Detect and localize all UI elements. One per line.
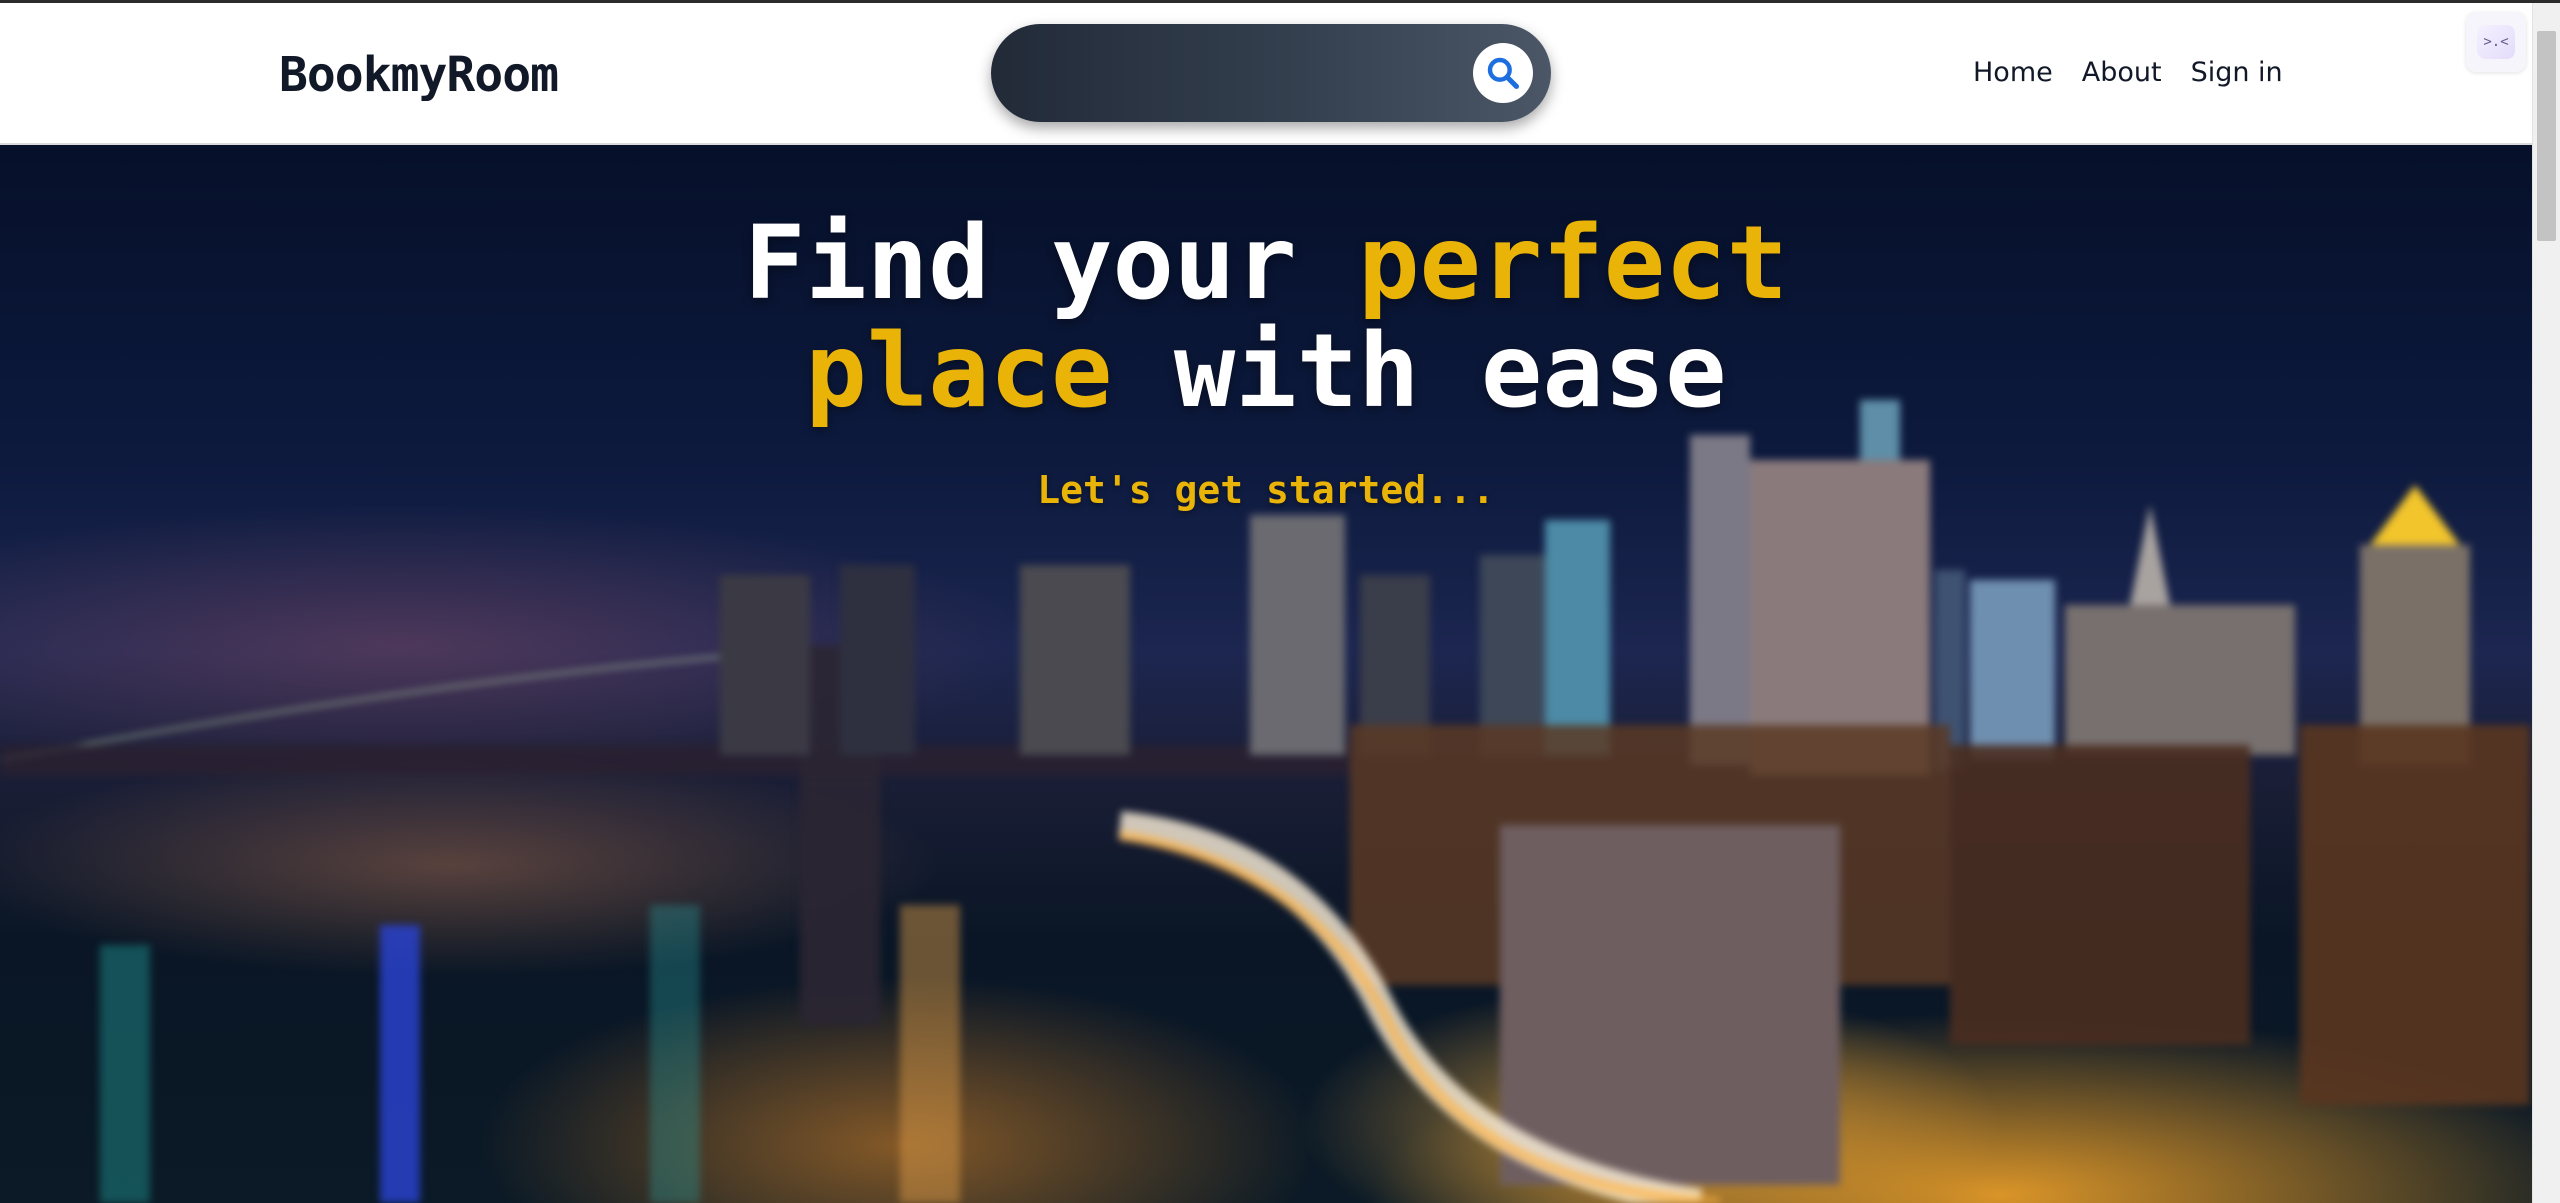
hero-title-part2: with ease — [1112, 312, 1727, 431]
nav-home-link[interactable]: Home — [1973, 57, 2053, 97]
extension-icon: >.< — [2477, 25, 2515, 59]
scrollbar[interactable] — [2532, 3, 2560, 1203]
nav-signin-link[interactable]: Sign in — [2191, 57, 2283, 97]
hero-title: Find your perfect place with ease — [566, 210, 1966, 426]
search-button[interactable] — [1473, 43, 1533, 103]
hero-title-accent1: perfect — [1358, 204, 1788, 323]
search-bar — [991, 24, 1551, 122]
extension-button[interactable]: >.< — [2466, 12, 2526, 72]
hero-title-accent2: place — [805, 312, 1113, 431]
scrollbar-thumb[interactable] — [2537, 31, 2556, 241]
nav-links: Home About Sign in — [1973, 57, 2283, 97]
site-logo[interactable]: BookmyRoom — [279, 47, 559, 103]
navbar: BookmyRoom Home About Sign in — [0, 3, 2532, 145]
hero-section: Find your perfect place with ease Let's … — [0, 145, 2532, 1203]
hero-title-part1: Find your — [744, 204, 1359, 323]
search-input[interactable] — [1031, 46, 1435, 102]
search-icon — [1487, 57, 1519, 89]
nav-about-link[interactable]: About — [2082, 57, 2162, 97]
hero-subtitle: Let's get started... — [1037, 468, 1495, 512]
